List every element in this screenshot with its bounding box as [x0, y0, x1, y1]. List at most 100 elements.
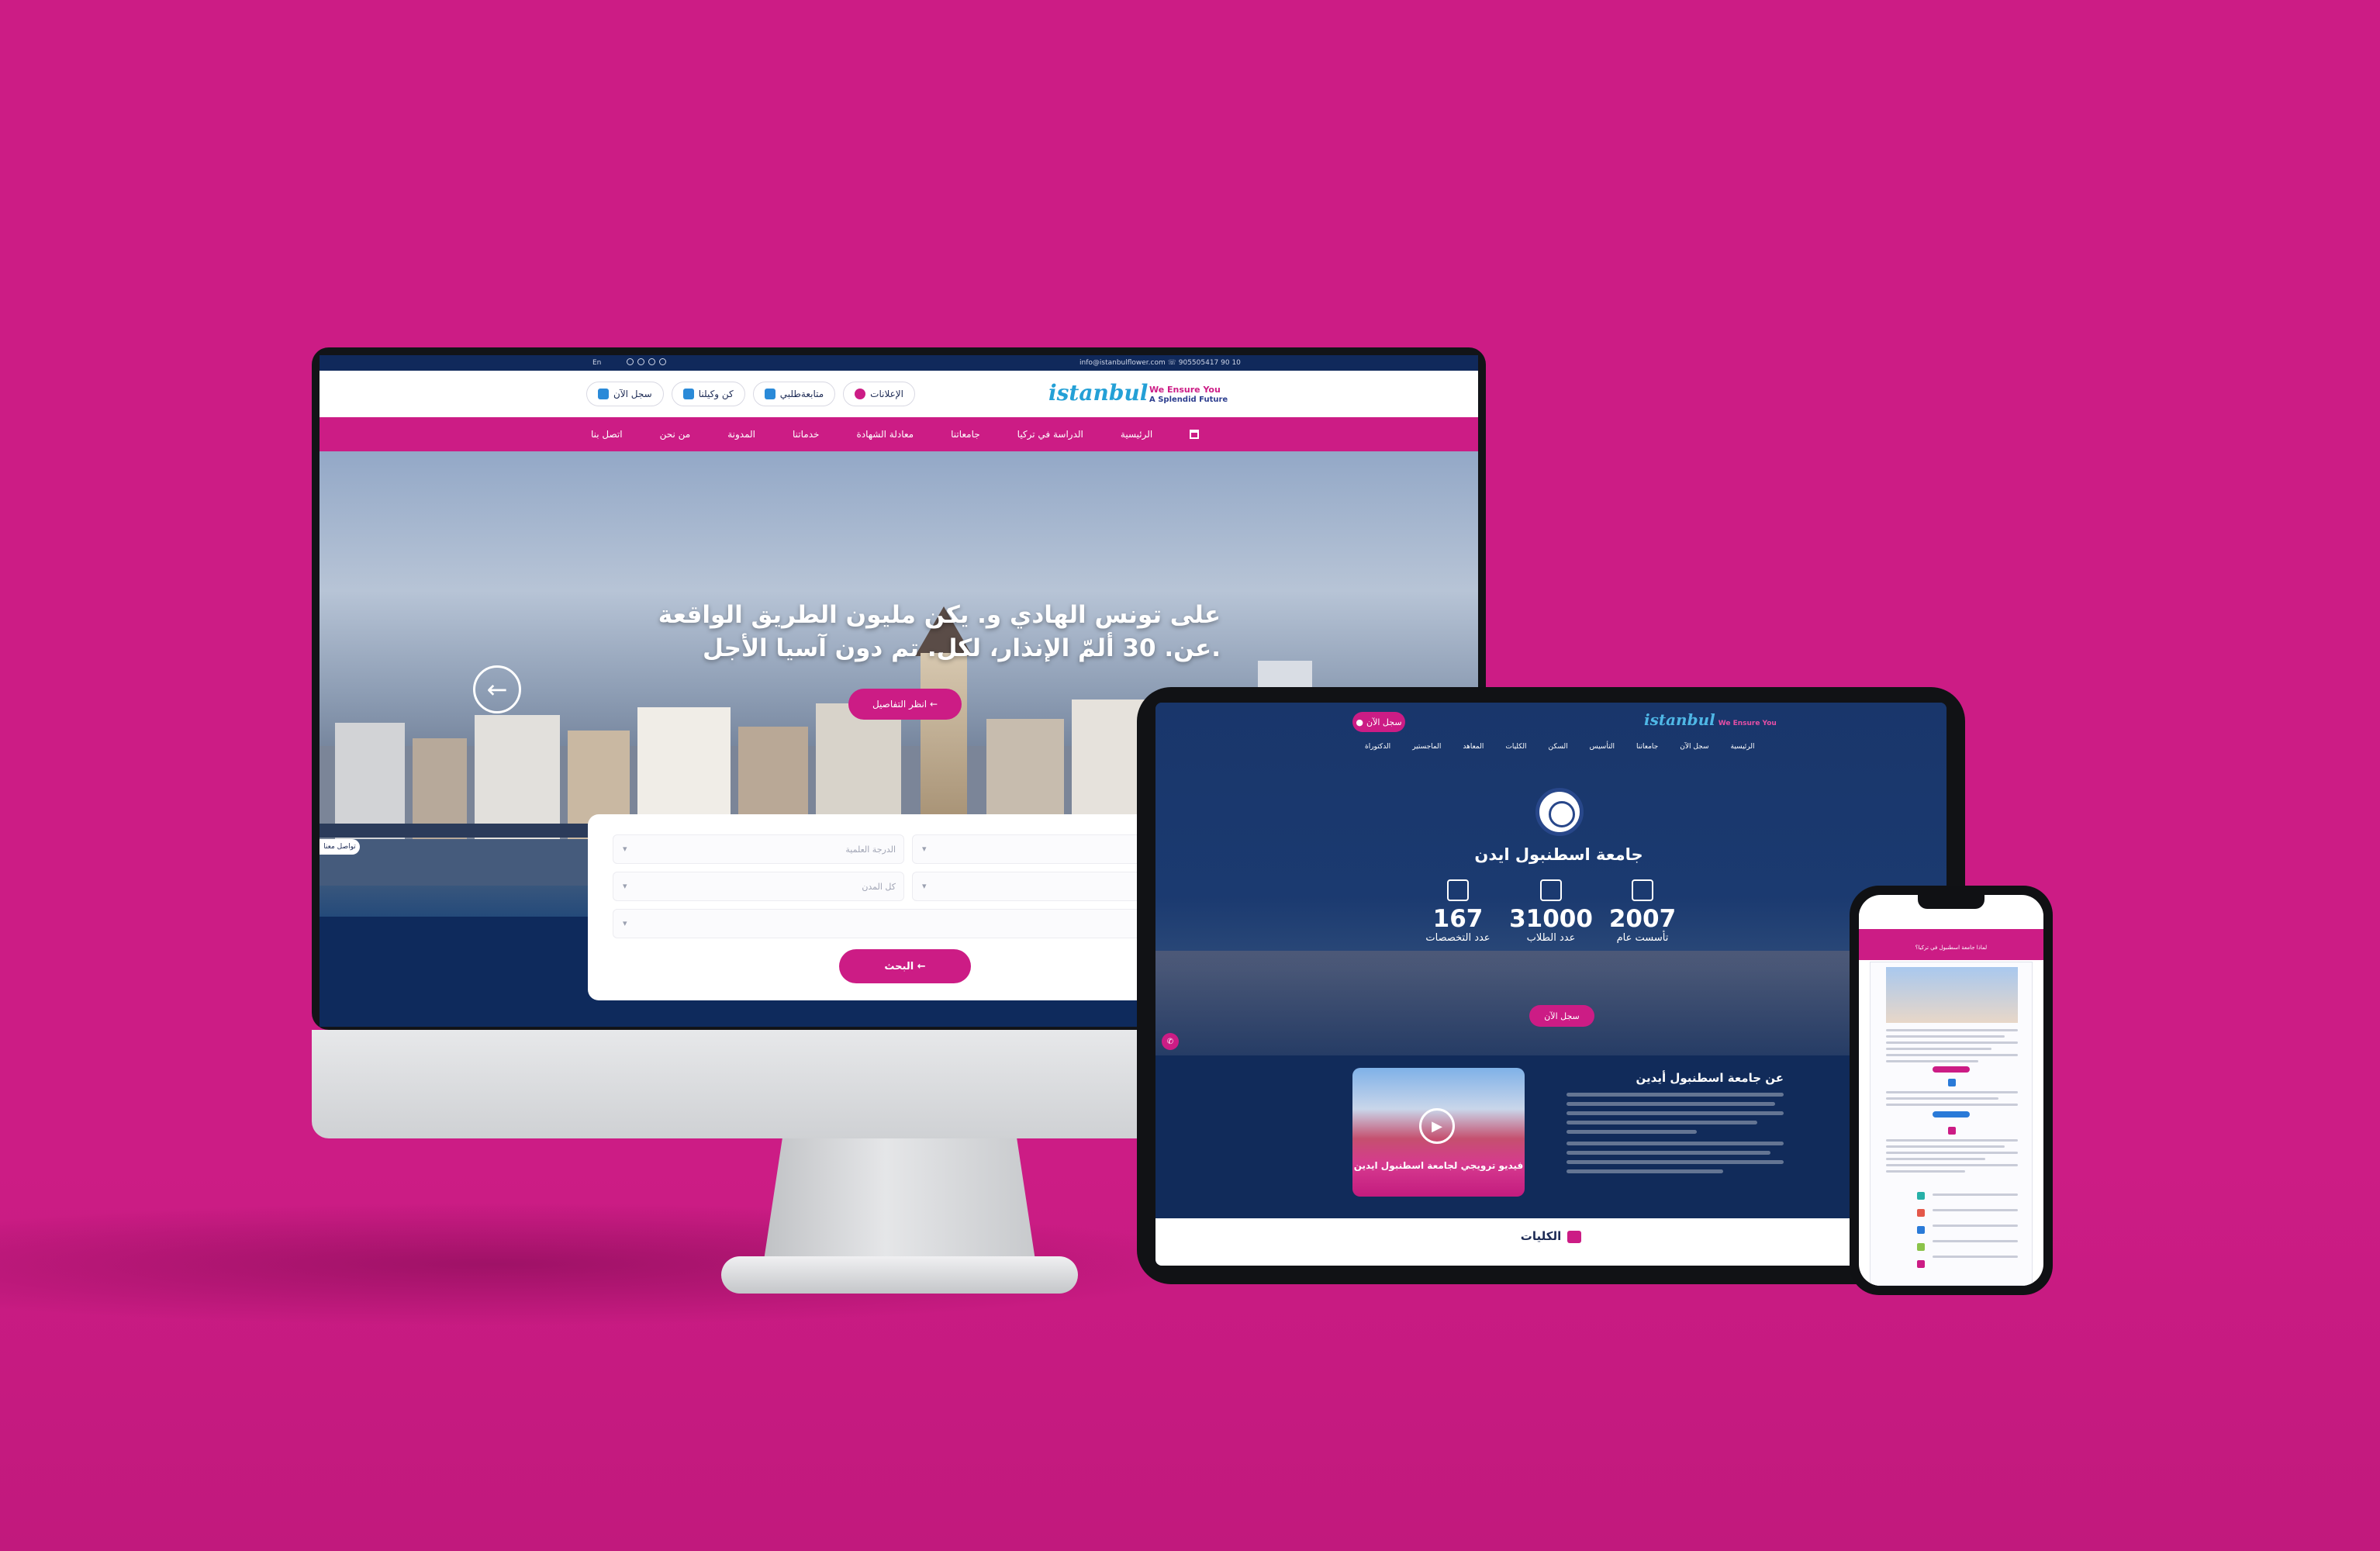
nav-universities[interactable]: جامعاتنا	[951, 429, 980, 440]
nav-certificate-equivalence[interactable]: معادلة الشهادة	[856, 429, 914, 440]
phone-content	[1870, 962, 2033, 1286]
stat-specialties-value: 167	[1432, 905, 1484, 933]
university-select[interactable]	[912, 834, 1168, 864]
tablet-nav-home[interactable]: الرئيسية	[1731, 743, 1755, 751]
phone-list-icon-1	[1917, 1192, 1925, 1200]
stat-students-label: عدد الطلاب	[1526, 932, 1576, 944]
phone-header	[1859, 909, 2043, 929]
register-now-label: سجل الآن	[613, 389, 652, 399]
nav-study-in-turkey[interactable]: الدراسة في تركيا	[1017, 429, 1083, 440]
phone-text-block-2	[1886, 1091, 2018, 1110]
phone-nav	[1859, 929, 2043, 938]
logo-tagline-1: We Ensure You	[1149, 385, 1221, 395]
phone-section-icon	[1948, 1127, 1956, 1135]
logo-script: istanbul	[1048, 380, 1149, 406]
tablet-logo[interactable]: istanbul We Ensure You	[1644, 710, 1777, 729]
whatsapp-icon[interactable]: ✆	[1162, 1033, 1179, 1050]
about-text-placeholder	[1567, 1093, 1784, 1179]
video-caption: فيديو ترويجي لجامعة اسطنبول ايدين	[1353, 1160, 1524, 1171]
colleges-title: الكليات	[1481, 1229, 1621, 1243]
phone-mockup: لماذا جامعة اسطنبول في تركيا؟	[1850, 886, 2053, 1295]
site-logo[interactable]: istanbul We Ensure You A Splendid Future	[1048, 378, 1235, 411]
phone-banner: لماذا جامعة اسطنبول في تركيا؟	[1859, 938, 2043, 960]
phone-blue-button[interactable]	[1933, 1111, 1970, 1117]
students-icon	[1540, 879, 1562, 901]
contact-side-tab[interactable]: تواصل معنا	[320, 839, 360, 855]
tablet-register-button[interactable]: ● سجل الآن	[1352, 712, 1405, 732]
tablet-logo-script: istanbul	[1644, 710, 1715, 729]
site-header: سجل الآن كن وكيلنا متابعةطلبي الإعلانات …	[320, 371, 1478, 417]
building-icon	[1447, 879, 1469, 901]
stat-specialties: 167 عدد التخصصات	[1404, 879, 1512, 944]
about-title: عن جامعة اسطنبول أيدين	[1636, 1071, 1784, 1085]
tracking-icon	[764, 389, 775, 399]
promo-video-card[interactable]: ▶ فيديو ترويجي لجامعة اسطنبول ايدين	[1352, 1068, 1525, 1197]
language-switch[interactable]: En	[592, 359, 601, 367]
play-icon[interactable]: ▶	[1419, 1108, 1455, 1144]
degree-select[interactable]: الدرجة العلمية	[613, 834, 904, 864]
twitter-icon[interactable]	[637, 358, 644, 365]
home-icon[interactable]	[1190, 430, 1200, 439]
track-application-button[interactable]: متابعةطلبي	[752, 382, 836, 406]
announcements-label: الإعلانات	[870, 389, 903, 399]
tablet-nav-universities[interactable]: جامعاتنا	[1636, 743, 1658, 751]
nav-services[interactable]: خدماتنا	[793, 429, 819, 440]
nav-about[interactable]: من نحن	[660, 429, 691, 440]
tablet-nav-housing[interactable]: السكن	[1549, 743, 1568, 751]
stat-students-value: 31000	[1509, 905, 1593, 933]
view-details-button[interactable]: انظر التفاصيل ←	[848, 689, 962, 720]
top-bar: En info@istanbulflower.com ☏ 905505417 9…	[320, 355, 1478, 371]
phone-screen: لماذا جامعة اسطنبول في تركيا؟	[1859, 895, 2043, 1286]
university-emblem	[1535, 788, 1584, 836]
language-select[interactable]	[613, 909, 1168, 938]
tablet-nav-institutes[interactable]: المعاهد	[1463, 743, 1484, 751]
tablet-nav-masters[interactable]: الماجستير	[1412, 743, 1441, 751]
tablet-logo-tagline: We Ensure You	[1718, 720, 1777, 727]
colleges-section: الكليات	[1155, 1218, 1946, 1266]
tablet-register-label: سجل الآن	[1366, 717, 1402, 727]
calendar-icon	[1632, 879, 1653, 901]
become-agent-button[interactable]: كن وكيلنا	[671, 382, 745, 406]
nav-contact[interactable]: اتصل بنا	[591, 429, 623, 440]
university-name: جامعة اسطنبول ايدن	[1474, 845, 1643, 864]
tablet-nav-foundation[interactable]: التأسيس	[1590, 743, 1615, 751]
about-university-section: ▶ فيديو ترويجي لجامعة اسطنبول ايدين عن ج…	[1155, 1055, 1946, 1218]
become-agent-label: كن وكيلنا	[698, 389, 734, 399]
stat-specialties-label: عدد التخصصات	[1425, 932, 1491, 944]
phone-text-block-3	[1886, 1139, 2018, 1176]
announcements-button[interactable]: الإعلانات	[843, 382, 915, 406]
youtube-icon[interactable]	[648, 358, 655, 365]
phone-list-text	[1933, 1193, 2018, 1262]
phone-text-block	[1886, 1029, 2018, 1066]
tablet-nav-register[interactable]: سجل الآن	[1680, 743, 1708, 751]
phone-info-icon	[1948, 1079, 1956, 1086]
track-application-label: متابعةطلبي	[779, 389, 824, 399]
phone-list-icon-4	[1917, 1243, 1925, 1251]
specialty-select[interactable]	[912, 872, 1168, 901]
tablet-mockup: ● سجل الآن istanbul We Ensure You الدكتور…	[1137, 687, 1965, 1284]
hero-title: على تونس الهادي و. يكن مليون الطريق الوا…	[658, 601, 1221, 662]
phone-list-icon-5	[1917, 1260, 1925, 1268]
bell-icon	[855, 389, 866, 399]
header-actions: سجل الآن كن وكيلنا متابعةطلبي الإعلانات	[586, 382, 915, 406]
facebook-icon[interactable]	[627, 358, 634, 365]
register-now-button[interactable]: سجل الآن	[586, 382, 664, 406]
stat-students: 31000 عدد الطلاب	[1497, 879, 1605, 944]
phone-list-icon-2	[1917, 1209, 1925, 1217]
nav-blog[interactable]: المدونة	[727, 429, 755, 440]
phone-list-icon-3	[1917, 1226, 1925, 1234]
search-button[interactable]: البحث ←	[839, 949, 971, 983]
main-nav: اتصل بنا من نحن المدونة خدماتنا معادلة ا…	[320, 417, 1478, 451]
tablet-screen: ● سجل الآن istanbul We Ensure You الدكتور…	[1155, 703, 1946, 1266]
hero-register-button[interactable]: سجل الآن	[1529, 1005, 1594, 1027]
campus-photo	[1155, 951, 1946, 1055]
phone-notch	[1918, 895, 1984, 909]
tablet-nav-colleges[interactable]: الكليات	[1505, 743, 1526, 751]
phone-pink-button[interactable]	[1933, 1066, 1970, 1073]
nav-home[interactable]: الرئيسية	[1121, 429, 1152, 440]
city-select[interactable]: كل المدن	[613, 872, 904, 901]
contact-info: info@istanbulflower.com ☏ 905505417 90 1…	[1079, 359, 1241, 367]
instagram-icon[interactable]	[659, 358, 666, 365]
slider-prev-arrow-icon[interactable]: ←	[473, 665, 521, 713]
tablet-nav-phd[interactable]: الدكتوراة	[1365, 743, 1390, 751]
